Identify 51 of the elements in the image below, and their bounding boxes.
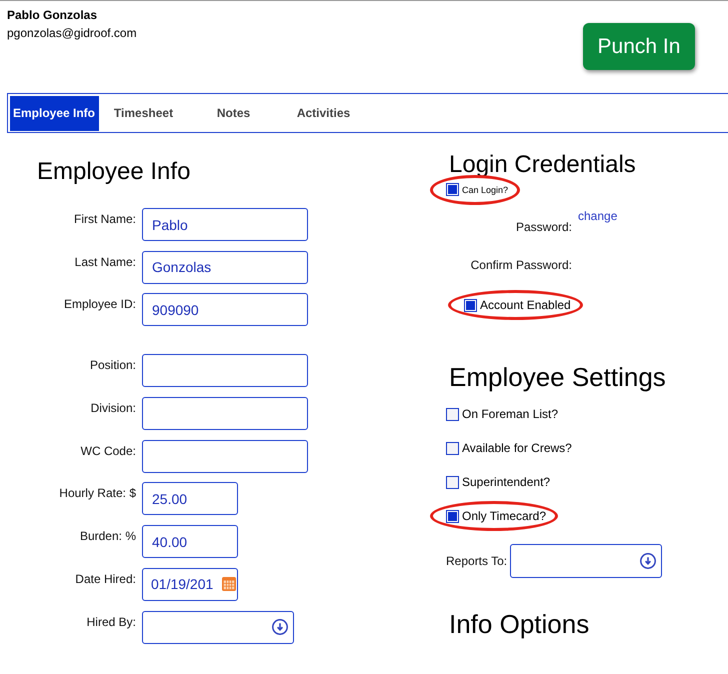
section-title: Login Credentials <box>449 150 636 180</box>
tab[interactable]: Notes <box>188 96 278 130</box>
checkbox-label: Account Enabled <box>480 297 571 313</box>
calendar-icon <box>222 577 236 592</box>
checkbox[interactable] <box>446 408 459 420</box>
field-label: Last Name: <box>74 254 136 269</box>
checkbox-label: On Foreman List? <box>462 406 558 422</box>
section-title: Info Options <box>449 608 590 640</box>
checkbox-label: Can Login? <box>462 184 508 196</box>
tab[interactable]: Employee Info <box>10 96 98 130</box>
checkbox[interactable] <box>446 183 459 196</box>
field-label: Password: <box>516 220 572 234</box>
field-label: WC Code: <box>80 444 136 458</box>
punch-in-button[interactable]: Punch In <box>583 23 695 70</box>
section-title: Employee Info <box>37 157 190 187</box>
date-field[interactable]: 01/19/201 <box>142 568 238 601</box>
input-field[interactable]: 25.00 <box>142 482 238 516</box>
input-field[interactable]: Pablo <box>142 208 308 241</box>
checkbox[interactable] <box>446 476 459 488</box>
user-name: Pablo Gonzolas <box>7 7 98 23</box>
checkbox[interactable] <box>446 510 459 522</box>
section-title: Employee Settings <box>449 360 666 392</box>
field-label: Hourly Rate: $ <box>59 486 136 500</box>
dropdown-field[interactable] <box>142 610 294 644</box>
input-field[interactable]: 40.00 <box>142 525 238 558</box>
arrow-down-circle-icon <box>272 619 288 635</box>
field-label: Date Hired: <box>75 572 136 586</box>
checkbox[interactable] <box>446 442 459 454</box>
dropdown-field[interactable] <box>510 544 662 578</box>
input-field[interactable]: 909090 <box>142 293 308 326</box>
field-label: Hired By: <box>86 614 136 628</box>
field-label: Employee ID: <box>64 297 136 312</box>
user-email: pgonzolas@gidroof.com <box>7 25 137 41</box>
tab[interactable]: Timesheet <box>98 96 188 130</box>
checkbox[interactable] <box>464 298 477 312</box>
input-field[interactable] <box>142 440 308 473</box>
field-label: Burden: % <box>80 529 136 544</box>
input-field[interactable]: Gonzolas <box>142 250 308 284</box>
input-field[interactable] <box>142 397 308 430</box>
change-link[interactable]: change <box>578 209 618 223</box>
checkbox-label: Superintendent? <box>462 474 550 490</box>
checkbox-label: Only Timecard? <box>462 508 546 524</box>
field-label: Reports To: <box>446 552 508 568</box>
field-label: First Name: <box>74 212 136 226</box>
arrow-down-circle-icon <box>640 552 656 568</box>
checkbox-label: Available for Crews? <box>462 440 572 456</box>
field-label: Confirm Password: <box>470 258 572 272</box>
field-label: Position: <box>90 358 136 372</box>
tab[interactable]: Activities <box>278 96 368 130</box>
field-label: Division: <box>90 401 136 416</box>
input-field[interactable] <box>142 354 308 388</box>
